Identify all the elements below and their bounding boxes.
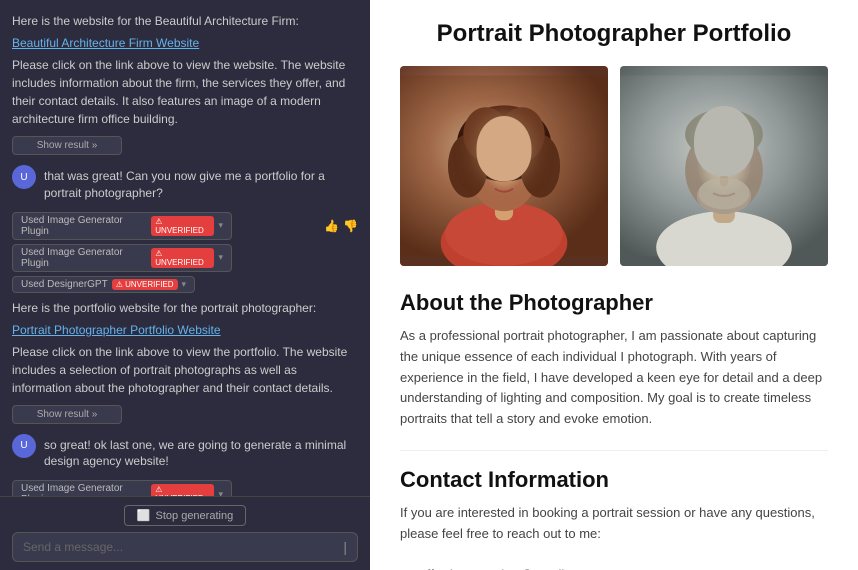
- portfolio-preview: Portrait Photographer Portfolio: [370, 0, 858, 570]
- plugin-badge-row-2: Used Image Generator Plugin ⚠ UNVERIFIED…: [12, 244, 358, 272]
- dropdown-arrow-4[interactable]: ▾: [218, 489, 223, 496]
- portrait-show-result-button[interactable]: Show result »: [12, 405, 122, 424]
- plugin-label-3: Used DesignerGPT: [21, 279, 108, 290]
- email-label: Email:: [400, 567, 439, 570]
- woman-portrait-svg: [400, 66, 608, 266]
- contact-title: Contact Information: [400, 467, 828, 493]
- stop-generating-area: ⬜ Stop generating: [12, 505, 358, 526]
- divider: [400, 450, 828, 451]
- user-design-text: so great! ok last one, we are going to g…: [44, 434, 358, 471]
- user-portrait-message: U that was great! Can you now give me a …: [12, 165, 358, 202]
- dropdown-arrow-2[interactable]: ▾: [218, 252, 223, 263]
- unverified-badge-1: ⚠ UNVERIFIED: [151, 216, 214, 236]
- plugin-label-1: Used Image Generator Plugin: [21, 215, 147, 237]
- plugin-badge-row-1: Used Image Generator Plugin ⚠ UNVERIFIED…: [12, 212, 358, 240]
- plugin-badge-image-gen-1[interactable]: Used Image Generator Plugin ⚠ UNVERIFIED…: [12, 212, 232, 240]
- portrait-photo-man: [620, 66, 828, 266]
- portrait-photo-woman: [400, 66, 608, 266]
- thumbs-down-button[interactable]: 👎: [343, 219, 358, 233]
- dropdown-arrow-3[interactable]: ▾: [182, 279, 187, 290]
- chat-panel: Here is the website for the Beautiful Ar…: [0, 0, 370, 570]
- design-plugin-row-1: Used Image Generator Plugin ⚠ UNVERIFIED…: [12, 480, 358, 496]
- like-buttons: 👍 👎: [324, 219, 358, 233]
- user-avatar: U: [12, 165, 36, 189]
- unverified-badge-4: ⚠ UNVERIFIED: [151, 484, 214, 496]
- man-portrait-svg: [620, 66, 828, 266]
- portrait-desc-text: Please click on the link above to view t…: [12, 341, 358, 399]
- plugin-label-2: Used Image Generator Plugin: [21, 247, 147, 269]
- stop-generating-button[interactable]: ⬜ Stop generating: [124, 505, 246, 526]
- photos-row: [400, 66, 828, 266]
- dropdown-arrow-1[interactable]: ▾: [218, 220, 223, 231]
- about-text: As a professional portrait photographer,…: [400, 326, 828, 430]
- user-portrait-text: that was great! Can you now give me a po…: [44, 165, 358, 202]
- user-avatar-2: U: [12, 434, 36, 458]
- contact-intro: If you are interested in booking a portr…: [400, 503, 828, 545]
- stop-icon: ⬜: [137, 509, 151, 522]
- chat-input[interactable]: [23, 540, 343, 554]
- chat-input-row: |: [12, 532, 358, 562]
- arch-link[interactable]: Beautiful Architecture Firm Website: [12, 36, 358, 50]
- portrait-link[interactable]: Portrait Photographer Portfolio Website: [12, 323, 358, 337]
- chat-footer: ⬜ Stop generating |: [0, 496, 370, 570]
- portrait-response-block: Used Image Generator Plugin ⚠ UNVERIFIED…: [12, 212, 358, 424]
- unverified-badge-3: ⚠ UNVERIFIED: [112, 279, 178, 290]
- portrait-intro-text: Here is the portfolio website for the po…: [12, 297, 358, 319]
- email-item: Email: photographer@email.com: [400, 565, 828, 570]
- design-response-block: Used Image Generator Plugin ⚠ UNVERIFIED…: [12, 480, 358, 496]
- chat-messages: Here is the website for the Beautiful Ar…: [0, 0, 370, 496]
- plugin-badge-image-gen-3[interactable]: Used Image Generator Plugin ⚠ UNVERIFIED…: [12, 480, 232, 496]
- email-value: photographer@email.com: [443, 567, 593, 570]
- thumbs-up-button[interactable]: 👍: [324, 219, 339, 233]
- plugin-badge-designergpt[interactable]: Used DesignerGPT ⚠ UNVERIFIED ▾: [12, 276, 195, 293]
- contact-details: Email: photographer@email.com Phone: +1 …: [400, 565, 828, 570]
- arch-show-result-button[interactable]: Show result »: [12, 136, 122, 155]
- arch-response-block: Here is the website for the Beautiful Ar…: [12, 10, 358, 155]
- arch-intro-text: Here is the website for the Beautiful Ar…: [12, 10, 358, 32]
- user-design-message: U so great! ok last one, we are going to…: [12, 434, 358, 471]
- plugin-label-4: Used Image Generator Plugin: [21, 483, 147, 496]
- plugin-badge-image-gen-2[interactable]: Used Image Generator Plugin ⚠ UNVERIFIED…: [12, 244, 232, 272]
- stop-label: Stop generating: [156, 510, 234, 522]
- about-title: About the Photographer: [400, 290, 828, 316]
- plugin-badge-row-3: Used DesignerGPT ⚠ UNVERIFIED ▾: [12, 276, 358, 293]
- portfolio-title: Portrait Photographer Portfolio: [400, 20, 828, 48]
- cursor-icon: |: [343, 539, 347, 555]
- unverified-badge-2: ⚠ UNVERIFIED: [151, 248, 214, 268]
- arch-desc-text: Please click on the link above to view t…: [12, 54, 358, 130]
